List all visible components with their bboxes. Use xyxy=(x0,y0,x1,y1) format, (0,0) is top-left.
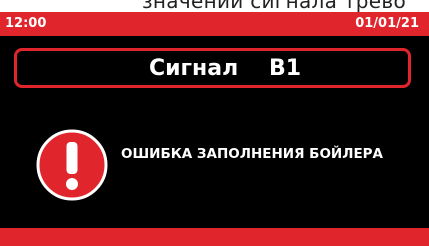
status-date: 01/01/21 xyxy=(355,16,419,31)
signal-box: Сигнал B1 xyxy=(14,48,411,88)
clipped-caption-text: значений сигнала трево xyxy=(142,0,407,12)
alert-message: ОШИБКА ЗАПОЛНЕНИЯ БОЙЛЕРА xyxy=(121,146,384,162)
bottom-bar xyxy=(0,228,429,246)
exclamation-icon xyxy=(36,129,108,201)
clipped-caption: значений сигнала трево xyxy=(0,0,429,12)
device-screen: 12:00 01/01/21 Сигнал B1 ОШИБКА ЗАПОЛНЕН… xyxy=(0,12,429,246)
signal-label: Сигнал xyxy=(149,56,239,81)
status-time: 12:00 xyxy=(5,16,47,31)
signal-code: B1 xyxy=(269,56,302,81)
status-bar: 12:00 01/01/21 xyxy=(0,12,429,36)
